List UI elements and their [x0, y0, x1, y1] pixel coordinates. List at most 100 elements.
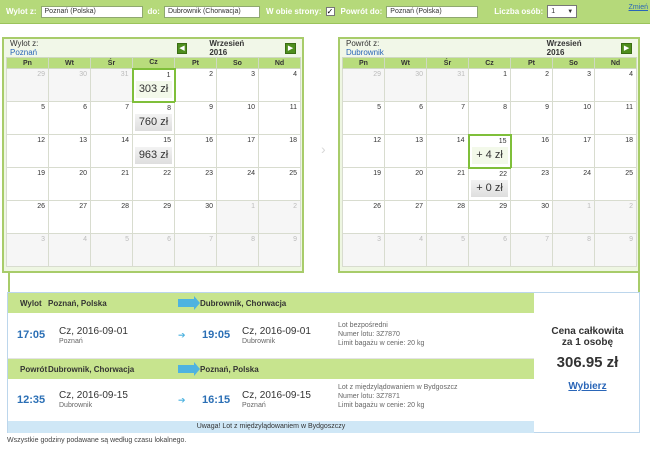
outbound-dep-time: 17:05: [17, 329, 46, 341]
return-info: Lot z międzylądowaniem w Bydgoszcz Numer…: [338, 383, 457, 410]
pax-select[interactable]: 1 ▼: [547, 5, 578, 18]
calendar-day: 7: [90, 101, 133, 135]
day-price[interactable]: 760 zł: [135, 114, 172, 131]
price-label-line2: za 1 osobę: [561, 337, 614, 348]
price-box: Cena całkowita za 1 osobę 306.95 zł Wybi…: [535, 293, 640, 432]
calendar-day: 16: [510, 134, 553, 168]
calendar-day[interactable]: 8 760 zł: [132, 101, 175, 135]
calendar-day: 14: [426, 134, 469, 168]
return-month-label: Wrzesień 2016: [546, 39, 582, 57]
outbound-leg: 17:05 Cz, 2016-09-01 Poznań ➔ 19:05 Cz, …: [8, 313, 534, 359]
calendar-day: 29: [132, 200, 175, 234]
from-input[interactable]: Poznań (Polska): [40, 5, 143, 18]
day-number: 27: [79, 203, 87, 210]
to-input[interactable]: Dubrownik (Chorwacja): [163, 5, 260, 18]
day-number: 3: [41, 236, 45, 243]
return-info-type: Lot z międzylądowaniem w Bydgoszcz: [338, 384, 458, 391]
calendar-day: 3: [342, 233, 385, 267]
weekday-header: Śr: [426, 57, 469, 69]
calendar-day[interactable]: 22 + 0 zł: [468, 167, 511, 201]
calendar-day[interactable]: 1 303 zł: [131, 67, 176, 103]
calendar-day: 29: [342, 68, 385, 102]
return-from: Dubrownik, Chorwacja: [48, 364, 135, 374]
calendar-day: 8: [468, 101, 511, 135]
day-number: 20: [79, 170, 87, 177]
arrow-right-icon: ➔: [178, 395, 186, 405]
day-number: 1: [503, 71, 507, 78]
calendar-day: 7: [510, 233, 553, 267]
calendar-day: 5: [426, 233, 469, 267]
day-price[interactable]: 303 zł: [135, 80, 172, 98]
day-number: 24: [247, 170, 255, 177]
day-number: 26: [373, 203, 381, 210]
day-number: 28: [121, 203, 129, 210]
day-number: 10: [247, 104, 255, 111]
day-number: 20: [415, 170, 423, 177]
return-input[interactable]: Poznań (Polska): [386, 5, 479, 18]
day-number: 7: [125, 104, 129, 111]
day-number: 8: [503, 104, 507, 111]
calendar-day: 1: [552, 200, 595, 234]
price-label-line1: Cena całkowita: [551, 326, 624, 337]
next-month-button-return[interactable]: ▶: [621, 42, 632, 54]
day-number: 16: [205, 137, 213, 144]
both-ways-checkbox[interactable]: ✓: [325, 7, 335, 16]
calendar-day: 27: [384, 200, 427, 234]
change-link[interactable]: Zmień: [629, 4, 648, 11]
return-arr-city: Poznań: [242, 402, 266, 409]
day-number: 21: [121, 170, 129, 177]
day-number: 13: [79, 137, 87, 144]
weekday-header: Pn: [6, 57, 49, 69]
footnote: Wszystkie godziny podawane są według cza…: [7, 437, 187, 444]
outbound-arr-city: Dubrownik: [242, 338, 276, 345]
day-price[interactable]: + 0 zł: [471, 180, 508, 197]
calendar-day: 3: [552, 68, 595, 102]
day-number: 9: [209, 104, 213, 111]
day-number: 12: [37, 137, 45, 144]
calendar-day: 3: [6, 233, 49, 267]
calendar-day: 17: [552, 134, 595, 168]
calendar-day[interactable]: 15 963 zł: [132, 134, 175, 168]
day-price[interactable]: + 4 zł: [471, 146, 508, 164]
calendar-day: 16: [174, 134, 217, 168]
next-month-button[interactable]: ▶: [285, 42, 296, 54]
price-label: Cena całkowita za 1 osobę: [535, 326, 640, 348]
calendar-day: 30: [48, 68, 91, 102]
day-number: 29: [37, 71, 45, 78]
day-number: 1: [251, 203, 255, 210]
day-number: 29: [373, 71, 381, 78]
outbound-route-row: Wylot Poznań, Polska Dubrownik, Chorwacj…: [8, 293, 534, 313]
calendar-day: 4: [48, 233, 91, 267]
day-number: 5: [125, 236, 129, 243]
calendar-day: 26: [342, 200, 385, 234]
return-leg: 12:35 Cz, 2016-09-15 Dubrownik ➔ 16:15 C…: [8, 379, 534, 421]
day-number: 8: [251, 236, 255, 243]
calendar-day[interactable]: 15 + 4 zł: [467, 133, 512, 169]
day-number: 7: [545, 236, 549, 243]
calendar-day: 17: [216, 134, 259, 168]
calendar-day: 2: [510, 68, 553, 102]
day-number: 23: [205, 170, 213, 177]
outbound-info: Lot bezpośredni Numer lotu: 3Z7870 Limit…: [338, 321, 424, 348]
calendar-day: 30: [510, 200, 553, 234]
calendar-day: 20: [384, 167, 427, 201]
calendar-day: 3: [216, 68, 259, 102]
day-number: 27: [415, 203, 423, 210]
outbound-info-baggage: Limit bagażu w cenie: 20 kg: [338, 340, 425, 347]
return-calendar-grid: Pn Wt Śr Cz Pt So Nd 29 30 31 1 2 3 4 5 6 7 8 9 10 11 12 13 14 1…: [342, 57, 637, 267]
return-route-row: Powrót Dubrownik, Chorwacja Poznań, Pols…: [8, 359, 534, 379]
calendar-day: 25: [258, 167, 301, 201]
prev-month-button[interactable]: ◀: [176, 42, 188, 54]
calendar-day: 23: [510, 167, 553, 201]
calendar-day: 9: [594, 233, 637, 267]
choose-button[interactable]: Wybierz: [568, 381, 606, 392]
both-ways-label: W obie strony:: [265, 7, 322, 16]
calendar-day: 9: [174, 101, 217, 135]
return-to: Poznań, Polska: [200, 364, 259, 374]
day-number: 24: [583, 170, 591, 177]
weekday-header: Cz: [468, 57, 511, 69]
outbound-arr-time: 19:05: [202, 329, 231, 341]
day-number: 14: [456, 137, 465, 144]
day-price[interactable]: 963 zł: [135, 147, 172, 164]
calendar-day: 6: [468, 233, 511, 267]
